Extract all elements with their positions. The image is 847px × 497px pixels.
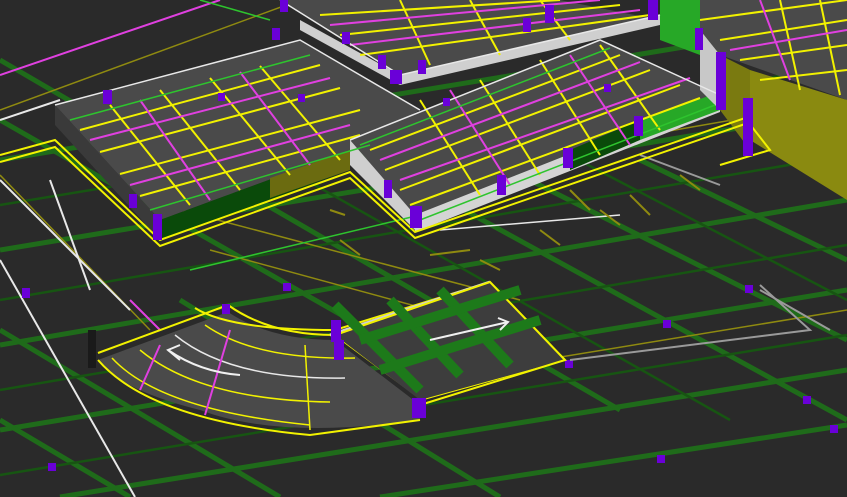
left-dark-column bbox=[88, 330, 96, 368]
model-canvas[interactable] bbox=[0, 0, 847, 497]
cad-3d-viewport[interactable] bbox=[0, 0, 847, 497]
